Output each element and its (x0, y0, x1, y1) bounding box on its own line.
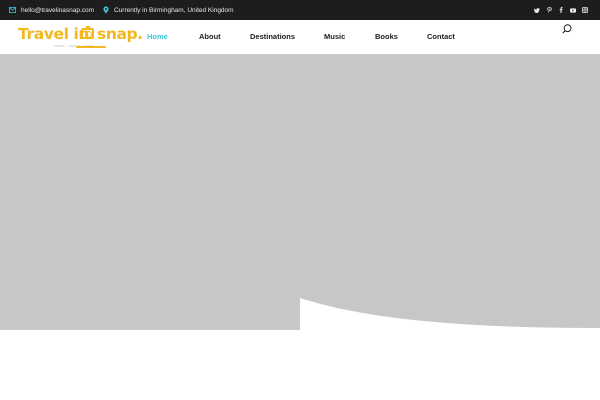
email-contact[interactable]: hello@travelinasnap.com (9, 0, 94, 20)
nav-item-books[interactable]: Books (375, 32, 398, 41)
twitter-icon[interactable] (534, 7, 540, 13)
location-text: Currently in Birmingham, United Kingdom (114, 6, 234, 14)
social-links (534, 0, 588, 20)
top-bar: hello@travelinasnap.com Currently in Bir… (0, 0, 600, 20)
hero-banner (0, 54, 600, 330)
nav-item-destinations[interactable]: Destinations (250, 32, 295, 41)
nav-item-home[interactable]: Home (147, 32, 168, 41)
nav-item-music[interactable]: Music (324, 32, 345, 41)
search-icon[interactable] (562, 21, 572, 34)
email-text[interactable]: hello@travelinasnap.com (21, 7, 94, 14)
pinterest-icon[interactable] (546, 7, 552, 13)
site-header: Travel in snap. wander · capture · inspi… (0, 20, 600, 54)
location-info: Currently in Birmingham, United Kingdom (102, 0, 234, 20)
hero-curve-shape (300, 298, 600, 330)
facebook-icon[interactable] (558, 7, 564, 13)
map-pin-icon (102, 6, 109, 14)
youtube-icon[interactable] (570, 7, 576, 13)
instagram-icon[interactable] (582, 7, 588, 13)
main-nav: Home About Destinations Music Books Cont… (0, 20, 600, 54)
nav-item-about[interactable]: About (199, 32, 221, 41)
mail-icon (9, 7, 16, 14)
nav-item-contact[interactable]: Contact (427, 32, 455, 41)
